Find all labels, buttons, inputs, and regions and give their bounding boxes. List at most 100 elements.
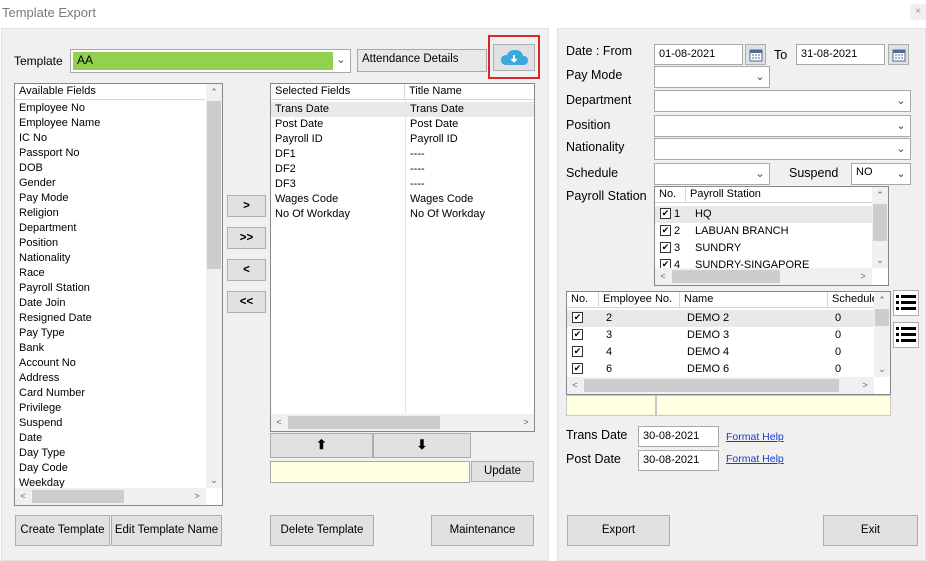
available-field-item[interactable]: Department [15, 222, 205, 237]
available-field-item[interactable]: IC No [15, 132, 205, 147]
employee-row[interactable]: ✔ 3 DEMO 3 0 [567, 327, 874, 344]
scroll-thumb[interactable] [672, 270, 780, 283]
available-fields-list[interactable]: Available Fields Employee No Employee Nam… [14, 83, 223, 506]
available-field-item[interactable]: Employee Name [15, 117, 205, 132]
selected-field-row[interactable]: DF3 ---- [271, 177, 534, 192]
scroll-thumb[interactable] [207, 101, 221, 269]
trans-format-help-link[interactable]: Format Help [726, 431, 784, 443]
chevron-down-icon[interactable]: ⌄ [751, 67, 769, 87]
scroll-right-icon[interactable]: > [189, 488, 205, 504]
close-button[interactable]: × [910, 4, 926, 20]
employee-row[interactable]: ✔ 2 DEMO 2 0 [567, 310, 874, 327]
edit-template-name-button[interactable]: Edit Template Name [111, 515, 222, 546]
employee-no-col-header[interactable]: No. [567, 292, 599, 308]
post-format-help-link[interactable]: Format Help [726, 453, 784, 465]
suspend-select[interactable]: NO ⌄ [851, 163, 911, 185]
selected-title-name[interactable]: Post Date [406, 117, 534, 132]
select-all-employees-button[interactable] [893, 290, 919, 316]
station-row[interactable]: ✔ 3 SUNDRY [655, 240, 872, 257]
department-select[interactable]: ⌄ [654, 90, 911, 112]
selected-field-row[interactable]: DF2 ---- [271, 162, 534, 177]
selected-title-name[interactable]: No Of Workday [406, 207, 534, 222]
selected-field-row[interactable]: No Of Workday No Of Workday [271, 207, 534, 222]
employee-row[interactable]: ✔ 6 DEMO 6 0 [567, 361, 874, 378]
chevron-down-icon[interactable]: ⌄ [892, 139, 910, 159]
chevron-down-icon[interactable]: ⌄ [892, 91, 910, 111]
trans-date-input[interactable]: 30-08-2021 [638, 426, 719, 447]
selected-title-name[interactable]: Wages Code [406, 192, 534, 207]
checkbox-checked-icon[interactable]: ✔ [572, 312, 583, 323]
chevron-down-icon[interactable]: ⌄ [332, 50, 350, 72]
available-field-item[interactable]: Day Type [15, 447, 205, 462]
available-field-item[interactable]: Privilege [15, 402, 205, 417]
scroll-left-icon[interactable]: < [655, 268, 671, 284]
scroll-thumb[interactable] [584, 379, 839, 392]
post-date-input[interactable]: 30-08-2021 [638, 450, 719, 471]
chevron-down-icon[interactable]: ⌄ [751, 164, 769, 184]
download-button[interactable] [493, 44, 535, 71]
selected-horizontal-scrollbar[interactable]: < > [271, 414, 534, 431]
move-down-button[interactable]: ⬇ [373, 433, 471, 458]
employee-row[interactable]: ✔ 4 DEMO 4 0 [567, 344, 874, 361]
selected-title-name[interactable]: Trans Date [406, 102, 534, 117]
title-name-header[interactable]: Title Name [405, 84, 534, 100]
available-field-item[interactable]: Race [15, 267, 205, 282]
scroll-up-icon[interactable]: ⌃ [872, 187, 888, 203]
scroll-left-icon[interactable]: < [567, 377, 583, 393]
station-vertical-scrollbar[interactable]: ⌃ ⌄ [872, 187, 888, 268]
chevron-down-icon[interactable]: ⌄ [892, 164, 910, 184]
pay-mode-select[interactable]: ⌄ [654, 66, 770, 88]
update-button[interactable]: Update [471, 461, 534, 482]
available-field-item[interactable]: Nationality [15, 252, 205, 267]
employee-number-header[interactable]: Employee No. [599, 292, 680, 308]
available-field-item[interactable]: Resigned Date [15, 312, 205, 327]
selected-fields-header[interactable]: Selected Fields [271, 84, 405, 100]
available-horizontal-scrollbar[interactable]: < > [15, 488, 206, 505]
employee-grid[interactable]: No. Employee No. Name Schedule ✔ 2 DEMO 2 0… [566, 291, 891, 395]
selected-title-name[interactable]: Payroll ID [406, 132, 534, 147]
selected-field-row[interactable]: Trans Date Trans Date [271, 102, 534, 117]
scroll-down-icon[interactable]: ⌄ [206, 472, 222, 488]
schedule-select[interactable]: ⌄ [654, 163, 770, 185]
scroll-left-icon[interactable]: < [15, 488, 31, 504]
exit-button[interactable]: Exit [823, 515, 918, 546]
available-field-item[interactable]: Date Join [15, 297, 205, 312]
available-field-item[interactable]: Card Number [15, 387, 205, 402]
available-field-item[interactable]: Gender [15, 177, 205, 192]
checkbox-checked-icon[interactable]: ✔ [572, 329, 583, 340]
station-name-header[interactable]: Payroll Station [686, 187, 872, 203]
available-field-item[interactable]: Pay Type [15, 327, 205, 342]
available-field-item[interactable]: Account No [15, 357, 205, 372]
available-field-item[interactable]: Day Code [15, 462, 205, 477]
station-no-header[interactable]: No. [655, 187, 686, 203]
remove-field-button[interactable]: < [227, 259, 266, 281]
selected-field-row[interactable]: Wages Code Wages Code [271, 192, 534, 207]
employee-horizontal-scrollbar[interactable]: < > [567, 377, 874, 394]
checkbox-checked-icon[interactable]: ✔ [572, 363, 583, 374]
scroll-thumb[interactable] [875, 309, 889, 326]
scroll-right-icon[interactable]: > [518, 414, 534, 430]
available-field-item[interactable]: Passport No [15, 147, 205, 162]
scroll-thumb[interactable] [288, 416, 440, 429]
export-button[interactable]: Export [567, 515, 670, 546]
selected-field-row[interactable]: DF1 ---- [271, 147, 534, 162]
station-row[interactable]: ✔ 1 HQ [655, 206, 872, 223]
available-field-item[interactable]: Pay Mode [15, 192, 205, 207]
update-input[interactable] [270, 461, 470, 483]
maintenance-button[interactable]: Maintenance [431, 515, 534, 546]
nationality-select[interactable]: ⌄ [654, 138, 911, 160]
scroll-thumb[interactable] [873, 204, 887, 241]
chevron-down-icon[interactable]: ⌄ [892, 116, 910, 136]
scroll-up-icon[interactable]: ⌃ [874, 292, 890, 308]
checkbox-checked-icon[interactable]: ✔ [572, 346, 583, 357]
position-select[interactable]: ⌄ [654, 115, 911, 137]
calendar-from-button[interactable] [745, 44, 766, 65]
station-horizontal-scrollbar[interactable]: < > [655, 268, 872, 285]
available-field-item[interactable]: Religion [15, 207, 205, 222]
available-field-item[interactable]: Payroll Station [15, 282, 205, 297]
scroll-thumb[interactable] [32, 490, 124, 503]
scroll-up-icon[interactable]: ⌃ [206, 84, 222, 100]
payroll-station-grid[interactable]: No. Payroll Station ✔ 1 HQ ✔ 2 LABUAN BRANCH ✔… [654, 186, 889, 286]
add-field-button[interactable]: > [227, 195, 266, 217]
scroll-down-icon[interactable]: ⌄ [874, 361, 890, 377]
